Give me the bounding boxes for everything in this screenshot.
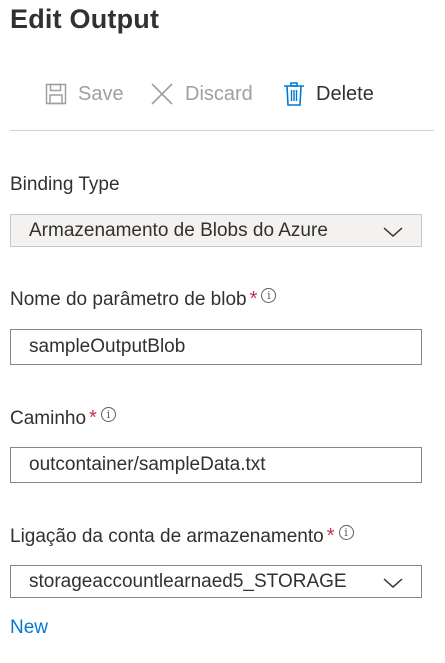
toolbar-divider — [10, 130, 434, 131]
storage-connection-value: storageaccountlearnaed5_STORAGE — [29, 570, 347, 592]
close-icon — [150, 82, 174, 106]
edit-output-panel: Edit Output Save Discard Delete Binding … — [0, 0, 445, 663]
discard-label: Discard — [185, 82, 253, 105]
storage-connection-select[interactable]: storageaccountlearnaed5_STORAGE — [10, 565, 422, 598]
path-label-text: Caminho — [10, 407, 87, 429]
binding-type-label-text: Binding Type — [10, 174, 120, 195]
blob-param-label: Nome do parâmetro de blob * i — [10, 288, 277, 311]
save-icon — [45, 83, 67, 105]
storage-connection-label-text: Ligação da conta de armazenamento — [10, 525, 324, 547]
path-value: outcontainer/sampleData.txt — [29, 454, 266, 475]
storage-connection-label: Ligação da conta de armazenamento * i — [10, 525, 354, 548]
delete-label: Delete — [316, 82, 374, 105]
new-connection-link[interactable]: New — [10, 617, 48, 639]
discard-button[interactable]: Discard — [150, 74, 253, 114]
required-mark: * — [249, 288, 258, 310]
blob-param-label-text: Nome do parâmetro de blob — [10, 288, 247, 310]
chevron-down-icon — [383, 574, 403, 596]
delete-button[interactable]: Delete — [283, 74, 374, 114]
required-mark: * — [89, 407, 97, 429]
blob-param-value: sampleOutputBlob — [29, 336, 186, 357]
save-button[interactable]: Save — [45, 74, 124, 114]
chevron-down-icon — [383, 223, 403, 245]
info-icon[interactable]: i — [261, 288, 277, 303]
save-label: Save — [78, 82, 124, 105]
page-title: Edit Output — [10, 4, 160, 34]
binding-type-label: Binding Type — [10, 174, 120, 196]
path-label: Caminho * i — [10, 407, 116, 430]
trash-icon — [283, 82, 305, 106]
path-input[interactable]: outcontainer/sampleData.txt — [10, 447, 422, 483]
info-icon[interactable]: i — [100, 407, 116, 422]
toolbar: Save Discard Delete — [0, 74, 445, 118]
info-icon[interactable]: i — [338, 525, 354, 540]
binding-type-select[interactable]: Armazenamento de Blobs do Azure — [10, 214, 422, 247]
binding-type-value: Armazenamento de Blobs do Azure — [29, 219, 328, 241]
required-mark: * — [326, 525, 335, 547]
blob-param-input[interactable]: sampleOutputBlob — [10, 329, 422, 365]
